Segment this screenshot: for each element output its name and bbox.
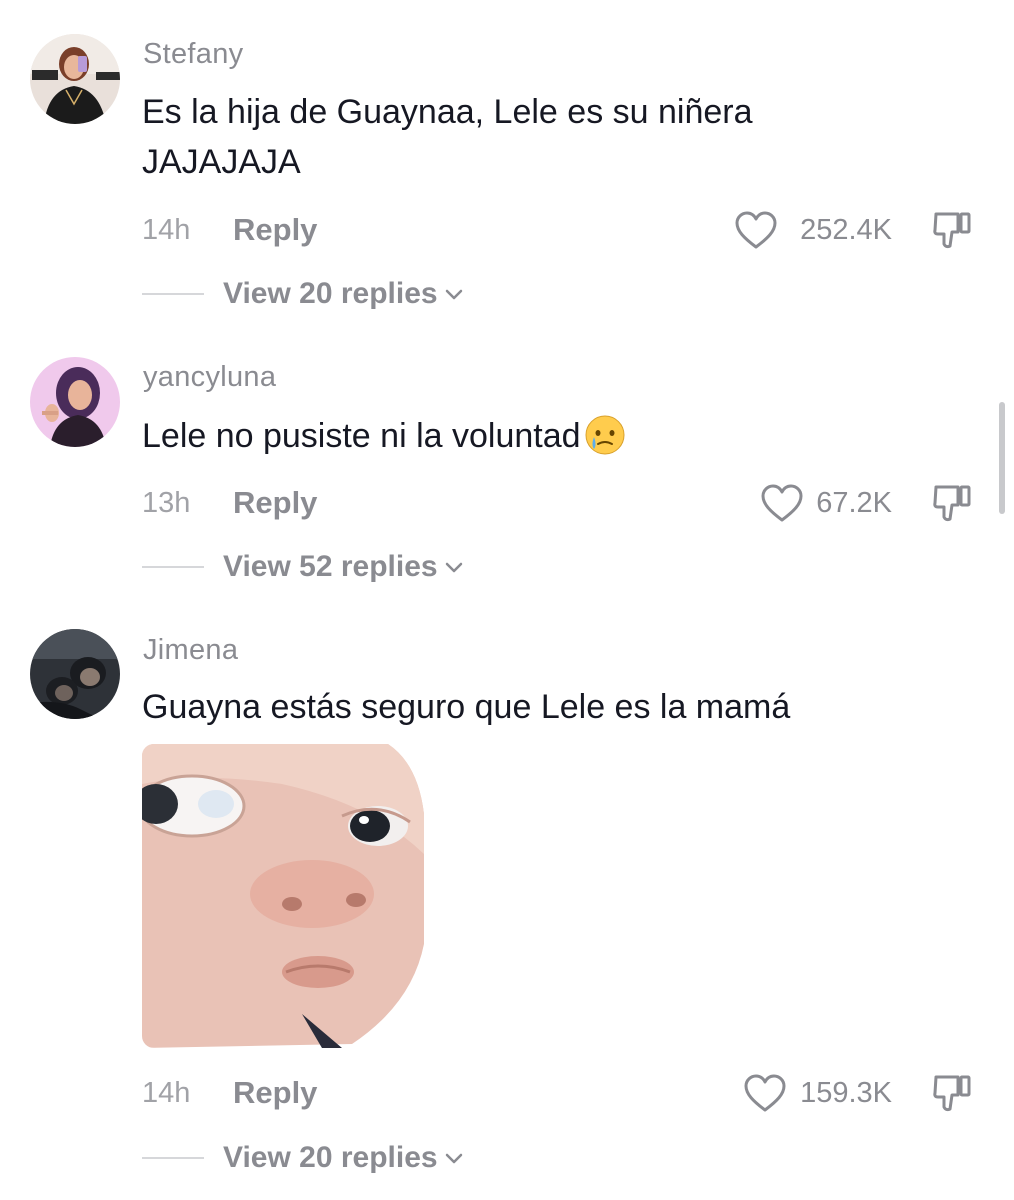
baby-face-sticker[interactable] xyxy=(142,744,424,1048)
view-replies-button[interactable]: View 20 replies xyxy=(223,277,464,311)
comment-time: 13h xyxy=(142,487,191,519)
comment-time: 14h xyxy=(142,1077,191,1109)
view-replies-label: View 20 replies xyxy=(223,277,438,310)
heart-outline-icon[interactable] xyxy=(734,210,778,250)
like-count: 67.2K xyxy=(816,487,892,519)
like-count: 159.3K xyxy=(800,1077,892,1109)
divider xyxy=(142,1157,204,1159)
avatar[interactable] xyxy=(30,34,120,124)
reply-button[interactable]: Reply xyxy=(233,1075,317,1111)
divider xyxy=(142,293,204,295)
heart-outline-icon[interactable] xyxy=(760,483,804,523)
thumbs-down-icon[interactable] xyxy=(930,208,976,252)
chevron-down-icon xyxy=(445,289,462,300)
comment-text: Lele no pusiste ni la voluntad xyxy=(142,411,902,461)
crying-face-emoji xyxy=(585,415,625,455)
heart-outline-icon[interactable] xyxy=(743,1073,787,1113)
thumbs-down-icon[interactable] xyxy=(930,481,976,525)
comment-text-content: Lele no pusiste ni la voluntad xyxy=(142,417,581,455)
avatar[interactable] xyxy=(30,629,120,719)
comment-text: Es la hija de Guaynaa, Lele es su niñera… xyxy=(142,93,753,181)
comment-username[interactable]: Stefany xyxy=(143,38,243,71)
chevron-down-icon xyxy=(445,562,462,573)
reply-button[interactable]: Reply xyxy=(233,212,317,248)
view-replies-label: View 20 replies xyxy=(223,1141,438,1174)
comment-username[interactable]: yancyluna xyxy=(143,361,276,394)
scrollbar[interactable] xyxy=(999,402,1005,514)
thumbs-down-icon[interactable] xyxy=(930,1071,976,1115)
reply-button[interactable]: Reply xyxy=(233,485,317,521)
like-count: 252.4K xyxy=(800,214,892,246)
view-replies-button[interactable]: View 20 replies xyxy=(223,1141,464,1175)
view-replies-label: View 52 replies xyxy=(223,550,438,583)
divider xyxy=(142,566,204,568)
comment-text: Guayna estás seguro que Lele es la mamá xyxy=(142,688,791,726)
view-replies-button[interactable]: View 52 replies xyxy=(223,550,464,584)
comment-time: 14h xyxy=(142,214,191,246)
avatar[interactable] xyxy=(30,357,120,447)
chevron-down-icon xyxy=(445,1153,462,1164)
comment-username[interactable]: Jimena xyxy=(143,634,238,667)
